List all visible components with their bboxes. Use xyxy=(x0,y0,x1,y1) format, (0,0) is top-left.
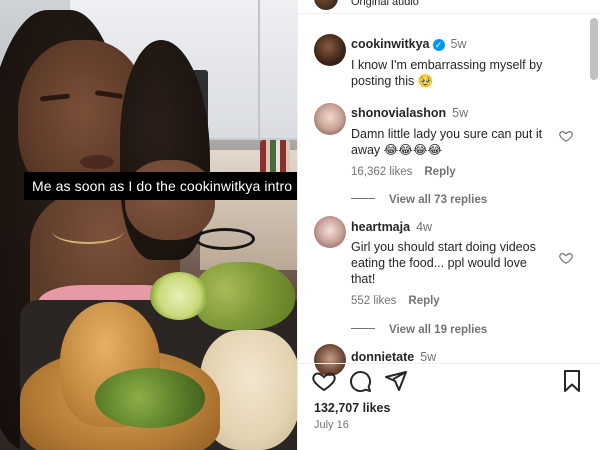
lips xyxy=(80,155,114,169)
guacamole xyxy=(195,262,295,330)
necklace xyxy=(52,218,124,244)
caption-line: posting this 🥹 xyxy=(351,74,434,88)
scrollbar[interactable] xyxy=(590,18,598,80)
comment-text: eating the food... ppl would love xyxy=(351,256,527,270)
replies-divider xyxy=(351,198,375,200)
view-replies-label[interactable]: View all 19 replies xyxy=(389,324,487,336)
comment-text: Damn little lady you sure can put it xyxy=(351,127,543,141)
commenter-avatar[interactable] xyxy=(314,103,346,135)
comment-text: Girl you should start doing videos xyxy=(351,240,536,254)
verified-badge-icon: ✓ xyxy=(432,39,445,51)
comment-time[interactable]: 5w xyxy=(420,350,436,362)
taco-filling xyxy=(95,368,205,428)
comment-icon[interactable] xyxy=(348,369,372,393)
post-date[interactable]: July 16 xyxy=(314,419,349,431)
video-player[interactable]: Me as soon as I do the cookinwitkya intr… xyxy=(0,0,297,450)
reply-button[interactable]: Reply xyxy=(408,295,439,307)
view-replies[interactable]: View all 19 replies xyxy=(351,320,487,338)
video-caption: Me as soon as I do the cookinwitkya intr… xyxy=(24,172,297,200)
post-time[interactable]: 5w xyxy=(451,37,467,51)
bookmark-icon[interactable] xyxy=(560,369,584,393)
post-caption: cookinwitkya ✓ 5w I know I'm embarrassing … xyxy=(351,35,581,89)
comment-text: that! xyxy=(351,272,376,286)
caption-line: I know I'm embarrassing myself by xyxy=(351,58,543,72)
author-username[interactable]: cookinwitkya xyxy=(351,37,430,51)
comment: heartmaja 4w Girl you should start doing … xyxy=(351,218,561,307)
post-viewer: Me as soon as I do the cookinwitkya intr… xyxy=(0,0,600,450)
comment-likes[interactable]: 552 likes xyxy=(351,295,396,307)
audio-label: Original audio xyxy=(351,0,419,8)
comment-like-heart-icon[interactable] xyxy=(559,251,573,265)
post-like-count[interactable]: 132,707 likes xyxy=(314,401,390,415)
audio-bar[interactable]: Original audio xyxy=(298,0,600,14)
commenter-username[interactable]: shonovialashon xyxy=(351,106,446,120)
comments-panel: Original audio cookinwitkya ✓ 5w I know I'… xyxy=(297,0,600,450)
reply-button[interactable]: Reply xyxy=(424,166,455,178)
comment-time[interactable]: 5w xyxy=(452,106,468,120)
commenter-username[interactable]: heartmaja xyxy=(351,220,410,234)
author-avatar[interactable] xyxy=(314,34,346,66)
comment-like-heart-icon[interactable] xyxy=(559,129,573,143)
share-icon[interactable] xyxy=(384,369,408,393)
actions-divider xyxy=(298,363,600,364)
comment: shonovialashon 5w Damn little lady you su… xyxy=(351,104,561,178)
commenter-username[interactable]: donnietate xyxy=(351,350,414,362)
bracelet xyxy=(195,228,255,250)
view-replies[interactable]: View all 73 replies xyxy=(351,190,487,208)
commenter-avatar[interactable] xyxy=(314,216,346,248)
comment-time[interactable]: 4w xyxy=(416,220,432,234)
audio-avatar xyxy=(314,0,338,10)
heart-icon[interactable] xyxy=(312,369,336,393)
comment-likes[interactable]: 16,362 likes xyxy=(351,166,412,178)
replies-divider xyxy=(351,328,375,330)
comment-text: away 😂😂😂😂 xyxy=(351,143,443,157)
lime-slice xyxy=(150,272,208,320)
view-replies-label[interactable]: View all 73 replies xyxy=(389,194,487,206)
comment: donnietate 5w xyxy=(351,348,436,362)
